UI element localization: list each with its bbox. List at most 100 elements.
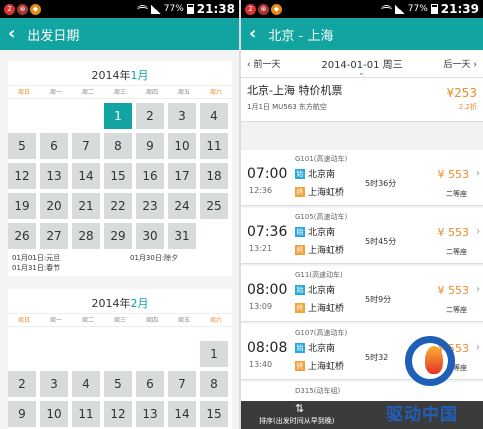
page-title: 出发日期	[27, 28, 80, 44]
calendar-day[interactable]: 27	[40, 223, 68, 249]
origin-badge-icon: 始	[295, 168, 305, 179]
calendar-day[interactable]: 13	[40, 163, 68, 189]
status-time: 21:39	[440, 2, 479, 16]
calendar-day[interactable]: 18	[200, 163, 228, 189]
calendar-day[interactable]: 24	[168, 193, 196, 219]
calendar-day[interactable]: 12	[8, 163, 36, 189]
month-year: 2014年	[91, 297, 131, 310]
weekday-header: 周日 周一 周二 周三 周四 周五 周六	[8, 313, 232, 327]
calendar-day[interactable]: 10	[168, 133, 196, 159]
flight-offer-card[interactable]: 北京-上海 特价机票 1月1日 MU563 东方航空 ¥253 2.2折	[241, 78, 483, 122]
calendar-day[interactable]: 21	[72, 193, 100, 219]
calendar-day[interactable]: 6	[40, 133, 68, 159]
weekday-label: 周五	[177, 317, 190, 324]
calendar-day[interactable]: 15	[200, 401, 228, 427]
calendar-day[interactable]: 2	[136, 103, 164, 129]
calendar-day[interactable]: 3	[168, 103, 196, 129]
weekday-label: 周一	[49, 89, 62, 96]
app-notification-icon: ⊛	[17, 3, 28, 15]
calendar-day[interactable]: 6	[136, 371, 164, 397]
seat-class: 二等座	[446, 306, 467, 314]
calendar-day[interactable]: 26	[8, 223, 36, 249]
calendar-day[interactable]: 9	[8, 401, 36, 427]
calendar-day[interactable]: 7	[72, 133, 100, 159]
calendar-day[interactable]: 7	[168, 371, 196, 397]
ticket-price: ¥ 553	[437, 226, 470, 239]
travel-duration: 5时45分	[365, 237, 397, 246]
calendar-day[interactable]: 5	[104, 371, 132, 397]
back-arrow-icon[interactable]: ‹	[249, 25, 256, 43]
holiday-notes: 01月01日:元旦 01月31日:春节 01月30日:除夕	[8, 249, 232, 277]
wifi-icon	[380, 4, 392, 14]
flight-price: ¥253	[446, 86, 477, 100]
calendar-day[interactable]: 25	[200, 193, 228, 219]
calendar-day[interactable]: 9	[136, 133, 164, 159]
departure-time: 07:00	[247, 166, 288, 182]
empty-day-cell	[40, 103, 68, 129]
arrival-time: 13:21	[249, 244, 273, 253]
notification-badge-icon: 2	[4, 3, 15, 15]
calendar-day[interactable]: 19	[8, 193, 36, 219]
weekday-label: 周六	[209, 89, 222, 96]
status-time: 21:38	[196, 2, 235, 16]
month-title: 2014年1月	[8, 61, 232, 85]
month-number: 1月	[130, 69, 149, 82]
calendar-day[interactable]: 3	[40, 371, 68, 397]
calendar-month-january: 2014年1月 周日 周一 周二 周三 周四 周五 周六 1 2 3 4 5 6 7 8 9 10…	[8, 61, 232, 276]
calendar-day[interactable]: 17	[168, 163, 196, 189]
chevron-down-icon: ⌄	[357, 68, 365, 77]
calendar-day[interactable]: 8	[104, 133, 132, 159]
calendar-day[interactable]: 4	[72, 371, 100, 397]
train-row[interactable]: G11(高速动车) 08:00 13:09 始北京南终上海虹桥 5时9分 ¥ 553 二等座…	[241, 266, 483, 322]
calendar-day[interactable]: 20	[40, 193, 68, 219]
calendar-day[interactable]: 14	[72, 163, 100, 189]
sort-label: 排序(出发时间从早到晚)	[259, 417, 335, 425]
calendar-day[interactable]: 10	[40, 401, 68, 427]
calendar-day[interactable]: 11	[72, 401, 100, 427]
next-day-button[interactable]: 后一天 ›	[444, 57, 477, 70]
holiday-note: 01月30日:除夕	[130, 254, 179, 262]
flight-info: 1月1日 MU563 东方航空	[247, 103, 327, 111]
train-row[interactable]: G101(高速动车) 07:00 12:36 始北京南终上海虹桥 5时36分 ¥ 553 二…	[241, 150, 483, 206]
calendar-day[interactable]: 8	[200, 371, 228, 397]
back-arrow-icon[interactable]: ‹	[8, 25, 15, 43]
notification-badge-icon: 2	[245, 3, 256, 15]
next-day-label: 后一天	[443, 60, 471, 70]
calendar-day[interactable]: 31	[168, 223, 196, 249]
calendar-day[interactable]: 28	[72, 223, 100, 249]
calendar-day[interactable]: 23	[136, 193, 164, 219]
calendar-day[interactable]: 12	[104, 401, 132, 427]
calendar-day[interactable]: 22	[104, 193, 132, 219]
departure-station: 始北京南	[295, 284, 336, 296]
watermark-logo	[395, 336, 467, 398]
calendar-day[interactable]: 5	[8, 133, 36, 159]
departure-station: 始北京南	[295, 226, 336, 238]
weekday-label: 周六	[209, 317, 222, 324]
train-row[interactable]: G105(高速动车) 07:36 13:21 始北京南终上海虹桥 5时45分 ¥ 553 二…	[241, 208, 483, 264]
train-code: D315(动车组)	[295, 387, 341, 395]
calendar-day[interactable]: 13	[136, 401, 164, 427]
calendar-day[interactable]: 30	[136, 223, 164, 249]
arrival-time: 13:09	[249, 302, 273, 311]
calendar-day[interactable]: 16	[136, 163, 164, 189]
month-title: 2014年2月	[8, 289, 232, 313]
calendar-day[interactable]: 2	[8, 371, 36, 397]
title-bar: ‹ 出发日期	[0, 18, 239, 50]
calendar-day[interactable]: 1	[200, 341, 228, 367]
departure-time: 08:08	[247, 340, 288, 356]
chevron-right-icon: ›	[476, 168, 480, 179]
selected-day[interactable]: 1	[104, 103, 132, 129]
calendar-day[interactable]: 15	[104, 163, 132, 189]
chevron-right-icon: ›	[470, 60, 477, 70]
current-date-selector[interactable]: 2014-01-01 周三 ⌄	[321, 56, 402, 77]
origin-badge-icon: 始	[295, 342, 305, 353]
calendar-day[interactable]: 11	[200, 133, 228, 159]
calendar-day[interactable]: 14	[168, 401, 196, 427]
calendar-day[interactable]: 29	[104, 223, 132, 249]
empty-day-cell	[136, 341, 164, 367]
weekday-label: 周日	[17, 317, 30, 324]
calendar-day[interactable]: 4	[200, 103, 228, 129]
notification-icons: 2 ⊛ ◆	[245, 3, 282, 15]
travel-duration: 5时32	[365, 353, 389, 362]
prev-day-button[interactable]: ‹ 前一天	[247, 57, 280, 70]
